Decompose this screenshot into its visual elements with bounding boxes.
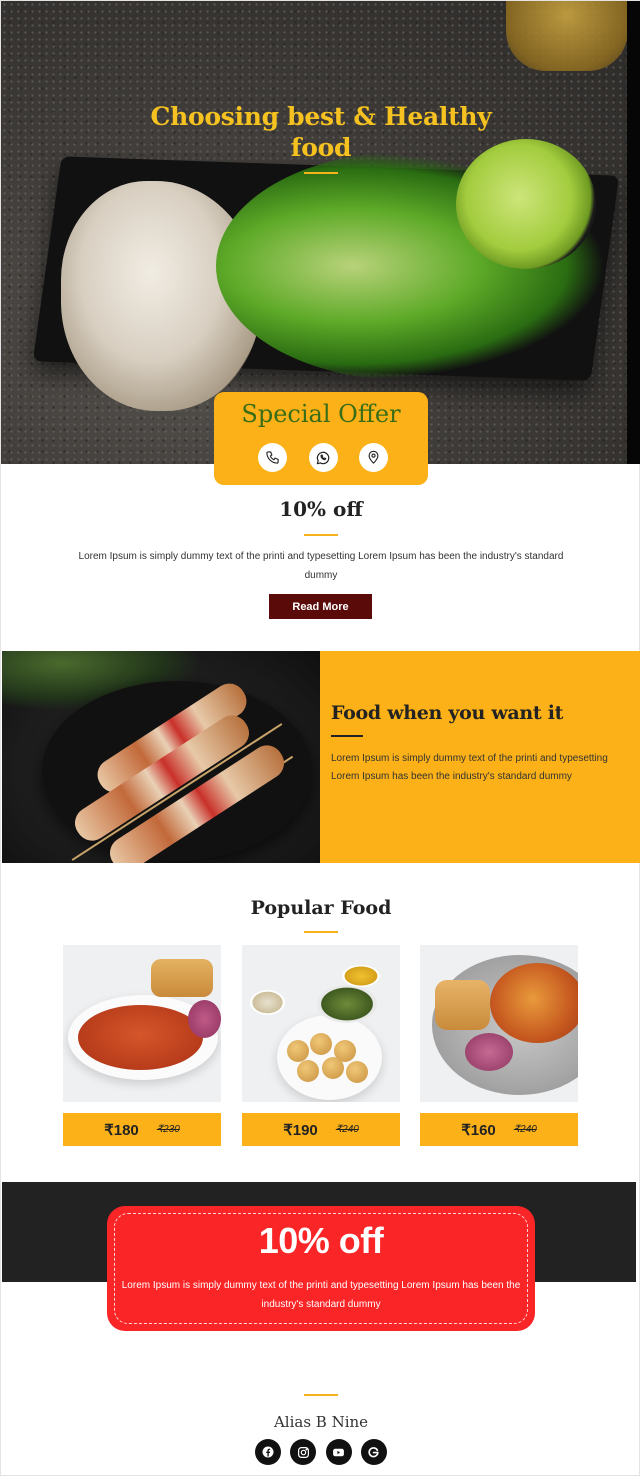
location-button[interactable] bbox=[359, 443, 388, 472]
instagram-link[interactable] bbox=[290, 1439, 317, 1465]
social-links bbox=[255, 1439, 387, 1465]
special-offer-title: Special Offer bbox=[241, 400, 401, 428]
footer-divider bbox=[304, 1394, 338, 1396]
contact-icons bbox=[258, 443, 388, 472]
food-price: ₹160 bbox=[461, 1121, 496, 1139]
read-more-button[interactable]: Read More bbox=[269, 594, 372, 619]
facebook-icon bbox=[262, 1446, 274, 1458]
feature-title: Food when you want it bbox=[331, 702, 564, 724]
food-card[interactable]: ₹160 ₹240 bbox=[420, 945, 578, 1146]
food-price: ₹190 bbox=[283, 1121, 318, 1139]
hero-edge bbox=[627, 1, 640, 464]
promo-coupon-card: 10% off Lorem Ipsum is simply dummy text… bbox=[107, 1206, 535, 1331]
promo-description: Lorem Ipsum is simply dummy text of the … bbox=[121, 1280, 521, 1310]
discount-description: Lorem Ipsum is simply dummy text of the … bbox=[78, 551, 564, 581]
food-old-price: ₹240 bbox=[335, 1124, 359, 1135]
hero-spice-jar-image bbox=[506, 1, 628, 71]
pani-puri-image bbox=[242, 945, 400, 1102]
phone-icon bbox=[266, 451, 279, 464]
food-card[interactable]: ₹180 ₹230 bbox=[63, 945, 221, 1146]
youtube-link[interactable] bbox=[325, 1439, 352, 1465]
feature-kebab-image bbox=[2, 651, 320, 863]
facebook-link[interactable] bbox=[255, 1439, 281, 1465]
pav-bhaji-image bbox=[63, 945, 221, 1102]
page: Choosing best & Healthy food Special Off… bbox=[0, 0, 640, 1476]
discount-title: 10% off bbox=[279, 497, 363, 521]
feature-panel: Food when you want it Lorem Ipsum is sim… bbox=[320, 651, 640, 863]
price-bar: ₹180 ₹230 bbox=[63, 1113, 221, 1146]
hero-title: Choosing best & Healthy food bbox=[150, 102, 492, 162]
food-old-price: ₹240 bbox=[513, 1124, 537, 1135]
discount-title-underline bbox=[304, 534, 338, 536]
location-pin-icon bbox=[368, 450, 379, 464]
google-link[interactable] bbox=[360, 1439, 387, 1465]
phone-button[interactable] bbox=[258, 443, 287, 472]
whatsapp-icon bbox=[316, 451, 330, 464]
feature-description: Lorem Ipsum is simply dummy text of the … bbox=[331, 753, 608, 782]
food-old-price: ₹230 bbox=[156, 1124, 180, 1135]
price-bar: ₹190 ₹240 bbox=[242, 1113, 400, 1146]
promo-title: 10% off bbox=[258, 1220, 384, 1261]
price-bar: ₹160 ₹240 bbox=[420, 1113, 578, 1146]
food-price: ₹180 bbox=[104, 1121, 139, 1139]
hero-title-underline bbox=[304, 172, 338, 174]
instagram-icon bbox=[297, 1446, 309, 1458]
special-offer-card: Special Offer bbox=[214, 392, 428, 485]
popular-food-title: Popular Food bbox=[250, 897, 392, 919]
misal-pav-image bbox=[420, 945, 578, 1102]
google-icon bbox=[368, 1446, 380, 1457]
youtube-icon bbox=[333, 1448, 345, 1456]
whatsapp-button[interactable] bbox=[308, 443, 338, 472]
footer-brand-name: Alias B Nine bbox=[273, 1413, 369, 1431]
popular-food-underline bbox=[304, 931, 338, 933]
food-card[interactable]: ₹190 ₹240 bbox=[242, 945, 400, 1146]
feature-title-underline bbox=[331, 735, 363, 737]
